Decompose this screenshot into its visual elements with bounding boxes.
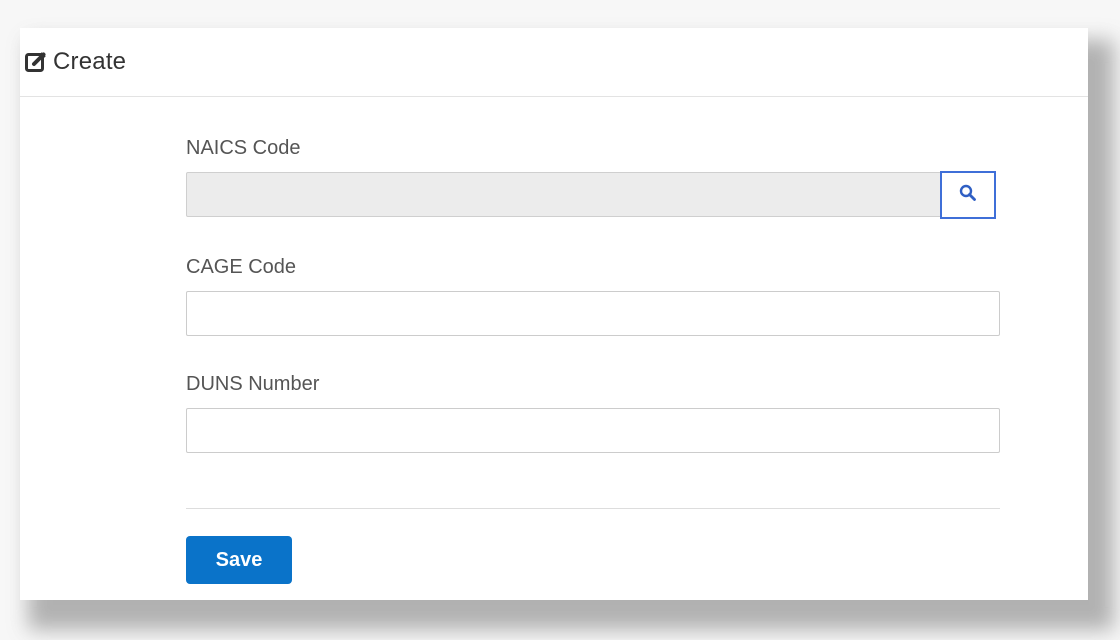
cage-code-field (186, 291, 1000, 336)
duns-number-group: DUNS Number (186, 370, 1000, 453)
duns-number-input[interactable] (186, 408, 1000, 453)
cage-code-group: CAGE Code (186, 253, 1000, 336)
duns-number-label: DUNS Number (186, 373, 320, 395)
naics-lookup-button[interactable] (940, 171, 996, 219)
naics-code-lookup (186, 171, 1000, 219)
page-title: Create (53, 48, 127, 75)
cage-code-input[interactable] (186, 291, 1000, 336)
create-form: NAICS Code CAGE Code DUNS Number (186, 134, 1000, 487)
search-icon (959, 184, 977, 207)
edit-icon (25, 51, 47, 73)
naics-code-label: NAICS Code (186, 137, 301, 159)
create-panel: Create NAICS Code CAGE Code DUNS Number … (20, 28, 1088, 600)
naics-code-input[interactable] (186, 172, 942, 217)
form-divider (186, 508, 1000, 509)
cage-code-label: CAGE Code (186, 256, 297, 278)
panel-header: Create (20, 28, 1088, 97)
save-button[interactable]: Save (186, 536, 292, 584)
duns-number-field (186, 408, 1000, 453)
naics-code-group: NAICS Code (186, 134, 1000, 219)
